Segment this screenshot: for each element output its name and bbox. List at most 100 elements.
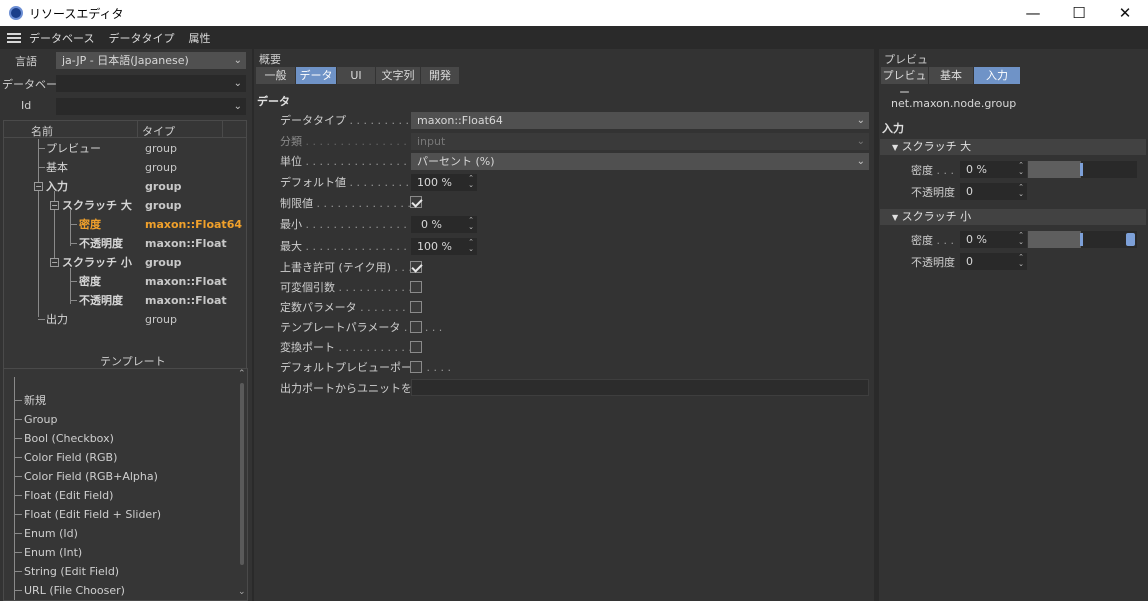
convport-checkbox[interactable] (410, 341, 422, 353)
column-name-header[interactable]: 名前 (31, 123, 53, 139)
tab-data[interactable]: データ (296, 67, 336, 84)
opacity-field[interactable]: 0 ⌃ ⌄ (960, 183, 1027, 200)
database-dropdown[interactable]: ⌄ (56, 75, 246, 92)
variadic-checkbox[interactable] (410, 281, 422, 293)
tree-item-output[interactable]: 出力 group (4, 310, 250, 329)
template-item-new[interactable]: 新規 (24, 391, 46, 410)
menu-datatype[interactable]: データタイプ (108, 30, 174, 46)
limit-checkbox[interactable] (410, 196, 422, 208)
max-value-field[interactable]: 100 % ⌃ ⌄ (411, 238, 477, 255)
tab-general[interactable]: 一般 (256, 67, 295, 84)
scroll-down-icon[interactable]: ⌄ (238, 587, 246, 597)
datatype-label: データタイプ (280, 114, 346, 127)
density-field[interactable]: 0 % ⌃ ⌄ (960, 161, 1027, 178)
template-item-bool[interactable]: Bool (Checkbox) (24, 429, 114, 448)
tab-ui[interactable]: UI (337, 67, 375, 84)
menu-attribute[interactable]: 属性 (188, 30, 210, 46)
stepper-icon[interactable]: ⌃ ⌄ (468, 175, 474, 189)
preview-label: プレビュ (884, 53, 928, 66)
tree-item-input[interactable]: 入力 group (4, 177, 250, 196)
template-item-float-slider[interactable]: Float (Edit Field + Slider) (24, 505, 161, 524)
unit-row: 単位 . . . . . . . . . . . . . . . . . (280, 155, 421, 168)
unit-dropdown[interactable]: パーセント (%) ⌄ (411, 153, 869, 170)
tab-strings[interactable]: 文字列 (376, 67, 420, 84)
copyunit-field[interactable] (411, 379, 869, 396)
defpreview-checkbox[interactable] (410, 361, 422, 373)
variadic-row: 可変個引数 . . . . . . . . . . . (280, 281, 412, 294)
id-dropdown[interactable]: ⌄ (56, 98, 246, 115)
menu-database[interactable]: データベース (29, 30, 94, 46)
tree-item-preview[interactable]: プレビュー group (4, 139, 250, 158)
datatype-dropdown[interactable]: maxon::Float64 ⌄ (411, 112, 869, 129)
cinema4d-logo-icon (9, 6, 23, 20)
max-label: 最大 (280, 240, 302, 253)
window-title: リソースエディタ (29, 6, 124, 21)
stepper-icon[interactable]: ⌃ ⌄ (468, 217, 474, 231)
stepper-icon[interactable]: ⌃ ⌄ (1018, 232, 1024, 246)
opacity-field[interactable]: 0 ⌃ ⌄ (960, 253, 1027, 270)
tab-development[interactable]: 開発 (421, 67, 459, 84)
density-slider[interactable] (1028, 231, 1137, 248)
hamburger-menu-icon[interactable] (7, 32, 21, 43)
stepper-icon[interactable]: ⌃ ⌄ (1018, 254, 1024, 268)
template-item-group[interactable]: Group (24, 410, 58, 429)
template-scrollbar[interactable]: ⌃ ⌄ (237, 369, 247, 600)
density-field[interactable]: 0 % ⌃ ⌄ (960, 231, 1027, 248)
constparam-label: 定数パラメータ (280, 301, 357, 314)
opacity-label: 不透明度 (911, 256, 955, 269)
slider-knob[interactable] (1080, 233, 1083, 246)
opacity-label: 不透明度 (911, 186, 955, 199)
override-row: 上書き許可 (テイク用) . . . . (280, 261, 419, 274)
tab-basic[interactable]: 基本 (929, 67, 973, 84)
tree-item-scratch-large[interactable]: スクラッチ 大 group (4, 196, 250, 215)
template-item-enum-id[interactable]: Enum (Id) (24, 524, 78, 543)
chevron-down-icon: ⌄ (856, 156, 865, 167)
tree-item-density-selected[interactable]: 密度 maxon::Float64 (4, 215, 250, 234)
constparam-checkbox[interactable] (410, 301, 422, 313)
constparam-row: 定数パラメータ . . . . . . . . . (280, 301, 420, 314)
right-panel: プレビュ プレビュー 基本 入力 net.maxon.node.group 入力 (879, 49, 1148, 601)
tree-item-basic[interactable]: 基本 group (4, 158, 250, 177)
chevron-down-icon: ⌄ (233, 55, 242, 66)
default-value: 100 % (417, 176, 452, 189)
density-slider[interactable] (1028, 161, 1137, 178)
template-item-float-edit[interactable]: Float (Edit Field) (24, 486, 113, 505)
template-item-color-rgb[interactable]: Color Field (RGB) (24, 448, 117, 467)
tree-item-opacity[interactable]: 不透明度 maxon::Float (4, 291, 250, 310)
language-dropdown[interactable]: ja-JP - 日本語(Japanese) ⌄ (56, 52, 246, 69)
override-checkbox[interactable] (410, 261, 422, 273)
tab-input[interactable]: 入力 (974, 67, 1020, 84)
column-type-header[interactable]: タイプ (142, 123, 175, 139)
slider-knob[interactable] (1080, 163, 1083, 176)
templateparam-checkbox[interactable] (410, 321, 422, 333)
stepper-icon[interactable]: ⌃ ⌄ (1018, 162, 1024, 176)
default-row: デフォルト値 . . . . . . . . . . . (280, 176, 423, 189)
limit-row: 制限値 . . . . . . . . . . . . . . . (280, 197, 418, 210)
maximize-button[interactable]: ☐ (1056, 0, 1102, 26)
template-item-string[interactable]: String (Edit Field) (24, 562, 119, 581)
stepper-icon[interactable]: ⌃ ⌄ (468, 239, 474, 253)
group-scratch-large-header[interactable]: ▼ スクラッチ 大 (880, 139, 1146, 155)
template-item-color-rgba[interactable]: Color Field (RGB+Alpha) (24, 467, 158, 486)
section-title: データ (257, 95, 290, 108)
template-item-url[interactable]: URL (File Chooser) (24, 581, 125, 600)
slider-fill (1028, 161, 1081, 178)
default-label: デフォルト値 (280, 176, 346, 189)
min-value-field[interactable]: 0 % ⌃ ⌄ (411, 216, 477, 233)
template-item-enum-int[interactable]: Enum (Int) (24, 543, 82, 562)
overview-label: 概要 (259, 53, 281, 66)
minimize-button[interactable]: — (1010, 0, 1056, 26)
category-dropdown[interactable]: input ⌄ (411, 133, 869, 150)
tree-item-scratch-small[interactable]: スクラッチ 小 group (4, 253, 250, 272)
tree-item-density[interactable]: 密度 maxon::Float (4, 272, 250, 291)
tree-item-opacity[interactable]: 不透明度 maxon::Float (4, 234, 250, 253)
id-label: Id (21, 99, 32, 112)
stepper-icon[interactable]: ⌃ ⌄ (1018, 184, 1024, 198)
close-button[interactable]: ✕ (1102, 0, 1148, 26)
scrollbar-thumb[interactable] (240, 383, 244, 565)
group-scratch-small-header[interactable]: ▼ スクラッチ 小 (880, 209, 1146, 225)
opacity-value: 0 (966, 185, 973, 198)
default-value-field[interactable]: 100 % ⌃ ⌄ (411, 174, 477, 191)
scroll-up-icon[interactable]: ⌃ (238, 369, 246, 379)
tab-preview[interactable]: プレビュー (881, 67, 928, 99)
